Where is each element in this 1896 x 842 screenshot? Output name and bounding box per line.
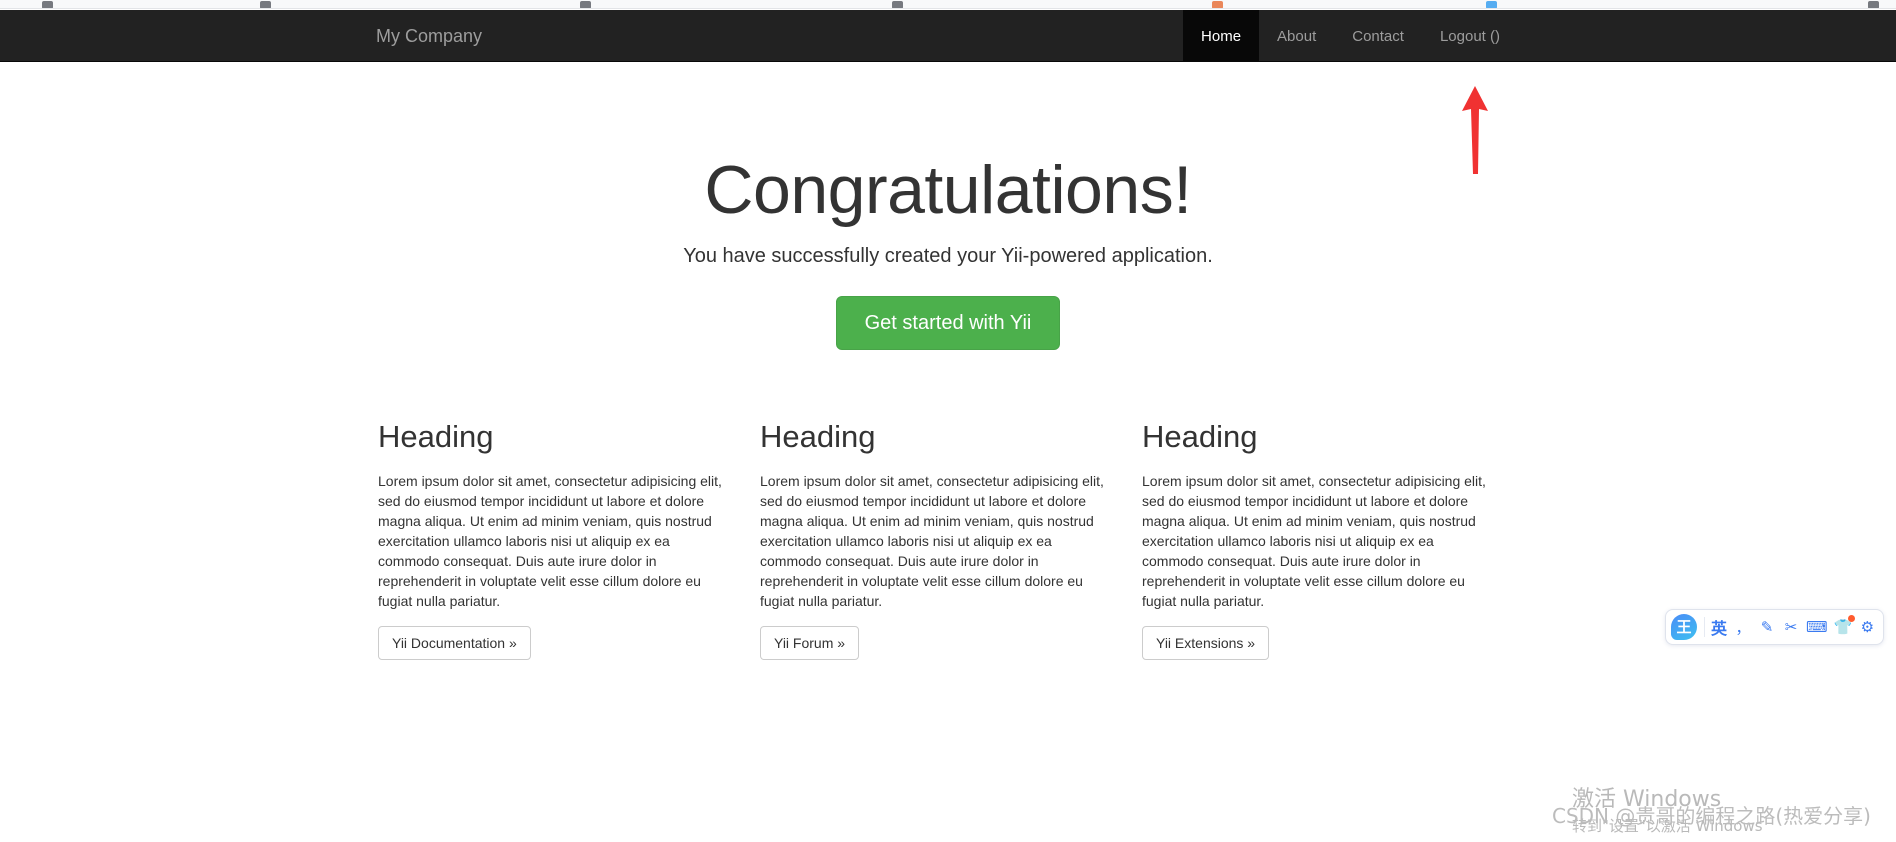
- pen-handwriting-icon[interactable]: ✎: [1755, 613, 1779, 641]
- navbar-inner: My Company Home About Contact Logout (): [0, 10, 1896, 62]
- bookmark-item[interactable]: [260, 1, 271, 8]
- feature-column: Heading Lorem ipsum dolor sit amet, cons…: [378, 419, 760, 661]
- bookmark-item[interactable]: [1486, 1, 1497, 8]
- navbar-brand[interactable]: My Company: [376, 10, 482, 62]
- gear-settings-icon[interactable]: ⚙: [1855, 613, 1879, 641]
- feature-columns: Heading Lorem ipsum dolor sit amet, cons…: [378, 419, 1524, 661]
- hero-cta-wrap: Get started with Yii: [0, 268, 1896, 351]
- bookmark-item[interactable]: [1212, 1, 1223, 8]
- page-title: Congratulations!: [704, 152, 1192, 228]
- yii-forum-button[interactable]: Yii Forum »: [760, 626, 860, 661]
- browser-bookmarks-bar[interactable]: [0, 0, 1896, 9]
- bookmark-item[interactable]: [1868, 1, 1879, 8]
- yii-documentation-button[interactable]: Yii Documentation »: [378, 626, 531, 661]
- column-heading: Heading: [760, 419, 876, 454]
- ime-logo-glyph: 王: [1676, 617, 1692, 636]
- nav-item-home[interactable]: Home: [1183, 10, 1260, 62]
- bookmark-item[interactable]: [42, 1, 53, 8]
- nav-item-logout[interactable]: Logout (): [1422, 10, 1518, 62]
- navbar-links: Home About Contact Logout (): [1183, 10, 1518, 62]
- comma-punctuation-icon[interactable]: ，: [1731, 613, 1755, 641]
- feature-column: Heading Lorem ipsum dolor sit amet, cons…: [1142, 419, 1524, 661]
- jumbotron: Congratulations! You have successfully c…: [0, 62, 1896, 351]
- hero-lead-text: You have successfully created your Yii-p…: [683, 245, 1213, 268]
- bookmark-item[interactable]: [892, 1, 903, 8]
- column-body-text: Lorem ipsum dolor sit amet, consectetur …: [760, 473, 1104, 610]
- csdn-author-watermark: CSDN @贵哥的编程之路(热爱分享): [1552, 804, 1871, 828]
- ime-divider: [1704, 617, 1705, 637]
- yii-extensions-button[interactable]: Yii Extensions »: [1142, 626, 1270, 661]
- windows-activation-watermark: 激活 Windows 转到"设置"以激活 Windows: [1572, 786, 1763, 835]
- windows-watermark-title: 激活 Windows: [1572, 787, 1722, 812]
- page-root: My Company Home About Contact Logout () …: [0, 0, 1896, 842]
- column-button-wrap: Yii Forum »: [760, 611, 1112, 661]
- windows-watermark-subtitle: 转到"设置"以激活 Windows: [1572, 816, 1763, 835]
- nav-item-contact[interactable]: Contact: [1334, 10, 1422, 62]
- feature-column: Heading Lorem ipsum dolor sit amet, cons…: [760, 419, 1142, 661]
- nav-item-about[interactable]: About: [1259, 10, 1334, 62]
- column-button-wrap: Yii Documentation »: [378, 611, 730, 661]
- keyboard-soft-icon[interactable]: ⌨: [1803, 613, 1831, 641]
- column-heading: Heading: [378, 419, 494, 454]
- bookmark-item[interactable]: [580, 1, 591, 8]
- column-body-text: Lorem ipsum dolor sit amet, consectetur …: [378, 473, 722, 610]
- notification-badge-icon: [1848, 615, 1856, 622]
- navbar: My Company Home About Contact Logout (): [0, 10, 1896, 62]
- ime-floating-toolbar[interactable]: 王 英 ， ✎ ✂ ⌨ 👕 ⚙: [1665, 609, 1885, 645]
- column-heading: Heading: [1142, 419, 1258, 454]
- get-started-button[interactable]: Get started with Yii: [835, 296, 1061, 351]
- skin-theme-icon[interactable]: 👕: [1831, 613, 1856, 641]
- ime-logo-icon[interactable]: 王: [1671, 614, 1697, 640]
- column-button-wrap: Yii Extensions »: [1142, 611, 1494, 661]
- scissors-screenshot-icon[interactable]: ✂: [1779, 613, 1803, 641]
- ime-language-mode-button[interactable]: 英: [1707, 613, 1731, 641]
- column-body-text: Lorem ipsum dolor sit amet, consectetur …: [1142, 473, 1486, 610]
